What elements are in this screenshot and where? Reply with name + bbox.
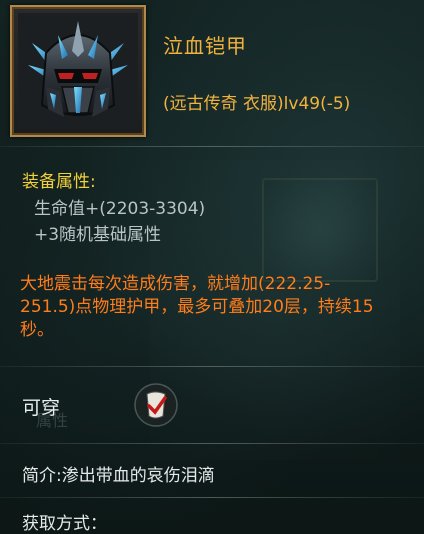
special-effect-text: 大地震击每次造成伤害，就增加(222.25-251.5)点物理护甲，最多可叠加2… [20, 274, 374, 340]
item-description: 简介:渗出带血的哀伤泪滴 [22, 466, 215, 486]
acquisition-label: 获取方式： [22, 514, 107, 534]
item-tooltip-panel: 泣血铠甲 (远古传奇 衣服)lv49(-5) 装备属性: 生命值+(2203-3… [0, 0, 424, 534]
attribute-line-health: 生命值+(2203-3304) [34, 199, 206, 219]
equip-check-icon [134, 383, 178, 427]
divider [0, 497, 424, 498]
item-rarity-type-level: (远古传奇 衣服)lv49(-5) [163, 94, 351, 114]
wearable-status: 可穿 [22, 397, 61, 419]
divider [0, 366, 424, 367]
background-item-silhouette [262, 178, 378, 282]
helmet-armor-icon [18, 13, 138, 129]
attributes-title: 装备属性: [22, 172, 96, 192]
divider [0, 146, 424, 147]
attribute-line-random: +3随机基础属性 [34, 225, 162, 245]
divider [0, 443, 424, 444]
item-icon-frame [10, 5, 146, 137]
item-name: 泣血铠甲 [163, 34, 247, 58]
